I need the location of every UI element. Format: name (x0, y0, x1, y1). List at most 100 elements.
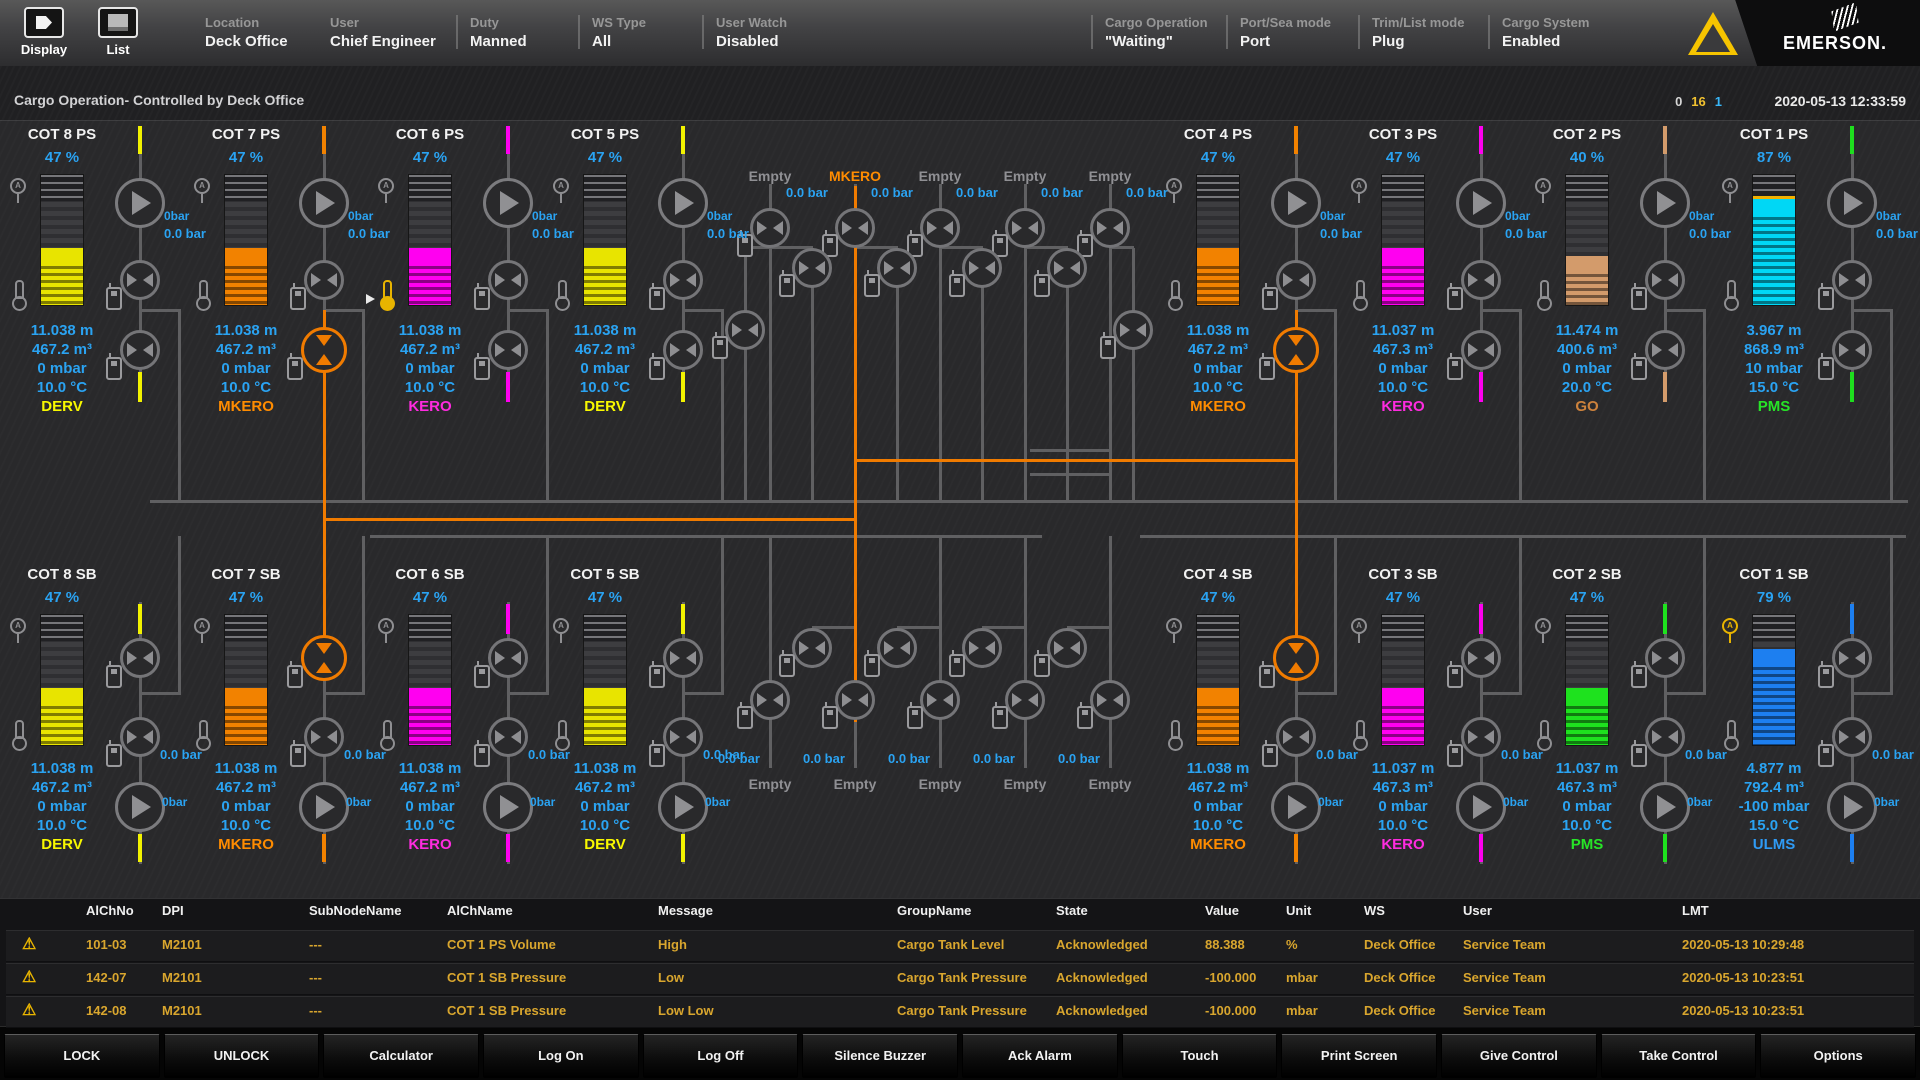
valve-icon[interactable] (120, 717, 160, 757)
valve-icon[interactable] (1090, 208, 1130, 248)
tank-gauge[interactable] (583, 174, 627, 306)
tank-gauge[interactable] (1752, 174, 1796, 306)
valve-icon[interactable] (1461, 638, 1501, 678)
tank-gauge[interactable] (1196, 174, 1240, 306)
antenna (290, 353, 292, 358)
valve-icon[interactable] (1645, 638, 1685, 678)
pump-icon[interactable] (1827, 178, 1877, 228)
valve-icon[interactable] (663, 638, 703, 678)
valve-icon[interactable] (920, 208, 960, 248)
valve-icon[interactable] (663, 717, 703, 757)
valve-icon[interactable] (1832, 638, 1872, 678)
valve-icon[interactable] (488, 260, 528, 300)
tank-gauge[interactable] (408, 174, 452, 306)
tank-gauge[interactable] (40, 174, 84, 306)
footer-button-calculator[interactable]: Calculator (323, 1034, 479, 1078)
valve-icon[interactable] (304, 717, 344, 757)
tank-gauge[interactable] (1752, 614, 1796, 746)
valve-icon[interactable] (1832, 330, 1872, 370)
valve-icon[interactable] (877, 248, 917, 288)
valve-icon[interactable] (835, 208, 875, 248)
tank-gauge[interactable] (408, 614, 452, 746)
valve-icon[interactable] (962, 248, 1002, 288)
valve-icon[interactable] (488, 638, 528, 678)
tank-gauge[interactable] (1381, 614, 1425, 746)
tank-gauge[interactable] (583, 614, 627, 746)
footer-button-options[interactable]: Options (1760, 1034, 1916, 1078)
valve-icon[interactable] (1276, 717, 1316, 757)
pump-icon[interactable] (1640, 782, 1690, 832)
valve-icon[interactable] (663, 330, 703, 370)
pump-icon[interactable] (658, 178, 708, 228)
pump-icon[interactable] (483, 178, 533, 228)
pump-icon[interactable] (1827, 782, 1877, 832)
pump-icon[interactable] (299, 782, 349, 832)
valve-icon[interactable] (1047, 248, 1087, 288)
valve-icon[interactable] (1461, 330, 1501, 370)
footer-button-print-screen[interactable]: Print Screen (1281, 1034, 1437, 1078)
valve-icon[interactable] (1005, 208, 1045, 248)
valve-icon[interactable] (1645, 717, 1685, 757)
pump-icon[interactable] (1456, 178, 1506, 228)
valve-icon[interactable] (120, 638, 160, 678)
valve-icon[interactable] (750, 680, 790, 720)
footer-button-ack-alarm[interactable]: Ack Alarm (962, 1034, 1118, 1078)
pump-icon[interactable] (1640, 178, 1690, 228)
valve-icon[interactable] (663, 260, 703, 300)
valve-icon[interactable] (1645, 260, 1685, 300)
valve-bowtie (1299, 273, 1309, 287)
nav-button-list[interactable]: List (88, 7, 148, 57)
valve-icon[interactable] (792, 628, 832, 668)
pump-icon[interactable] (115, 782, 165, 832)
pump-icon[interactable] (299, 178, 349, 228)
footer-button-silence-buzzer[interactable]: Silence Buzzer (802, 1034, 958, 1078)
open-valve-icon[interactable] (301, 635, 347, 681)
valve-icon[interactable] (1461, 717, 1501, 757)
valve-icon[interactable] (488, 330, 528, 370)
tank-gauge[interactable] (40, 614, 84, 746)
valve-icon[interactable] (1461, 260, 1501, 300)
valve-icon[interactable] (750, 208, 790, 248)
tank-gauge[interactable] (1565, 174, 1609, 306)
pump-icon[interactable] (1271, 782, 1321, 832)
pump-icon[interactable] (1271, 178, 1321, 228)
footer-button-log-off[interactable]: Log Off (643, 1034, 799, 1078)
valve-icon[interactable] (835, 680, 875, 720)
tank-gauge[interactable] (1381, 174, 1425, 306)
valve-icon[interactable] (1832, 260, 1872, 300)
valve-icon[interactable] (877, 628, 917, 668)
valve-icon[interactable] (792, 248, 832, 288)
valve-icon[interactable] (1832, 717, 1872, 757)
open-valve-icon[interactable] (1273, 327, 1319, 373)
valve-icon[interactable] (120, 330, 160, 370)
tank-gauge[interactable] (1196, 614, 1240, 746)
footer-button-unlock[interactable]: UNLOCK (164, 1034, 320, 1078)
valve-icon[interactable] (962, 628, 1002, 668)
pump-icon[interactable] (115, 178, 165, 228)
valve-icon[interactable] (1005, 680, 1045, 720)
nav-button-display[interactable]: Display (14, 7, 74, 57)
footer-button-lock[interactable]: LOCK (4, 1034, 160, 1078)
tank-gauge[interactable] (224, 174, 268, 306)
open-valve-icon[interactable] (301, 327, 347, 373)
valve-icon[interactable] (1645, 330, 1685, 370)
valve-icon[interactable] (1047, 628, 1087, 668)
open-valve-icon[interactable] (1273, 635, 1319, 681)
sensor-dial: A (1351, 178, 1367, 194)
footer-button-take-control[interactable]: Take Control (1601, 1034, 1757, 1078)
valve-icon[interactable] (488, 717, 528, 757)
alarm-warning-triangle-icon[interactable] (1688, 12, 1738, 56)
valve-icon[interactable] (304, 260, 344, 300)
valve-icon[interactable] (1090, 680, 1130, 720)
footer-button-log-on[interactable]: Log On (483, 1034, 639, 1078)
tank-gauge[interactable] (1565, 614, 1609, 746)
footer-button-give-control[interactable]: Give Control (1441, 1034, 1597, 1078)
valve-icon[interactable] (120, 260, 160, 300)
valve-icon[interactable] (1276, 260, 1316, 300)
tank-gauge[interactable] (224, 614, 268, 746)
valve-icon[interactable] (725, 310, 765, 350)
pump-icon[interactable] (1456, 782, 1506, 832)
footer-button-touch[interactable]: Touch (1122, 1034, 1278, 1078)
pump-icon[interactable] (658, 782, 708, 832)
valve-icon[interactable] (920, 680, 960, 720)
